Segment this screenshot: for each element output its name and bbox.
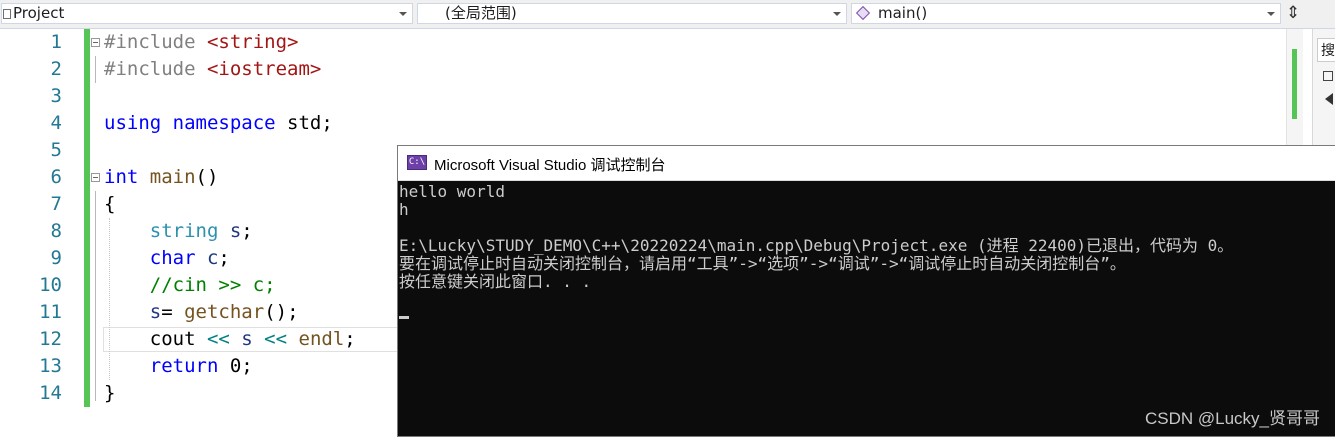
watermark: CSDN @Lucky_贤哥哥 bbox=[1144, 409, 1320, 428]
code-token: <string> bbox=[206, 31, 299, 53]
console-line: hello world bbox=[399, 182, 505, 201]
fold-region-line bbox=[95, 191, 96, 401]
chevron-down-icon bbox=[399, 12, 407, 16]
code-token: s bbox=[149, 301, 162, 323]
line-number: 9 bbox=[50, 247, 62, 269]
code-token: //cin >> c; bbox=[149, 274, 276, 296]
code-token: = bbox=[161, 301, 185, 323]
code-text: } bbox=[104, 380, 115, 407]
console-title: Microsoft Visual Studio 调试控制台 bbox=[434, 157, 666, 174]
code-token: #include bbox=[104, 31, 207, 53]
current-line-highlight bbox=[103, 327, 403, 352]
line-number: 12 bbox=[39, 328, 62, 350]
member-dropdown-label: main() bbox=[878, 4, 928, 22]
line-number: 11 bbox=[39, 301, 62, 323]
code-line[interactable]: 1 #include <string> bbox=[0, 29, 1286, 56]
fold-toggle-icon[interactable] bbox=[91, 38, 100, 47]
code-token: string bbox=[149, 220, 230, 242]
split-window-icon[interactable]: ⇕ bbox=[1283, 3, 1303, 24]
code-text: return 0; bbox=[104, 353, 253, 380]
code-token: ; bbox=[241, 220, 253, 242]
code-token: namespace bbox=[172, 112, 288, 134]
member-dropdown[interactable]: main() bbox=[851, 3, 1281, 24]
solution-search-input[interactable]: 搜 bbox=[1317, 38, 1335, 62]
code-text: int main() bbox=[104, 164, 218, 191]
line-number: 5 bbox=[50, 139, 62, 161]
code-token: #include bbox=[104, 58, 207, 80]
chevron-down-icon bbox=[1267, 12, 1275, 16]
project-icon bbox=[3, 9, 11, 19]
line-number: 2 bbox=[50, 58, 62, 80]
code-line[interactable]: 3 bbox=[0, 83, 1286, 110]
code-token: s bbox=[229, 220, 242, 242]
code-token: { bbox=[104, 193, 116, 215]
console-line: E:\Lucky\STUDY_DEMO\C++\20220224\main.cp… bbox=[399, 236, 1234, 255]
fold-toggle-icon[interactable] bbox=[91, 173, 100, 182]
line-number: 4 bbox=[50, 112, 62, 134]
line-number: 8 bbox=[50, 220, 62, 242]
line-number: 6 bbox=[50, 166, 62, 188]
console-line: 要在调试停止时自动关闭控制台，请启用“工具”->“选项”->“调试”->“调试停… bbox=[399, 254, 1126, 273]
line-number: 10 bbox=[39, 274, 62, 296]
project-dropdown[interactable]: Project bbox=[1, 3, 413, 24]
line-number: 7 bbox=[50, 193, 62, 215]
code-token: char bbox=[149, 247, 207, 269]
code-token: () bbox=[195, 166, 219, 188]
scope-dropdown-label: (全局范围) bbox=[445, 4, 517, 22]
code-line[interactable]: 2 #include <iostream> bbox=[0, 56, 1286, 83]
code-text: s= getchar(); bbox=[104, 299, 299, 326]
console-cursor bbox=[399, 316, 409, 319]
console-line: h bbox=[399, 200, 409, 219]
debug-console-window[interactable]: C:\ Microsoft Visual Studio 调试控制台 hello … bbox=[397, 145, 1335, 437]
console-title-bar[interactable]: C:\ Microsoft Visual Studio 调试控制台 bbox=[398, 146, 1335, 181]
line-number: 13 bbox=[39, 355, 62, 377]
code-text: #include <iostream> bbox=[104, 56, 321, 83]
code-text: { bbox=[104, 191, 115, 218]
code-token: ; bbox=[218, 247, 230, 269]
code-token: (); bbox=[264, 301, 299, 323]
function-icon bbox=[855, 5, 871, 21]
indent-guide bbox=[109, 218, 110, 380]
code-token: } bbox=[104, 382, 116, 404]
code-line[interactable]: 4 using namespace std; bbox=[0, 110, 1286, 137]
navigation-bar: Project (全局范围) main() ⇕ bbox=[0, 0, 1335, 29]
code-text: #include <string> bbox=[104, 29, 298, 56]
code-token: <iostream> bbox=[206, 58, 322, 80]
toolbox-icon[interactable] bbox=[1323, 71, 1333, 81]
console-app-icon: C:\ bbox=[407, 155, 427, 170]
code-text: //cin >> c; bbox=[104, 272, 276, 299]
scope-dropdown[interactable]: (全局范围) bbox=[417, 3, 847, 24]
code-token: 0; bbox=[229, 355, 253, 377]
project-dropdown-label: Project bbox=[13, 4, 65, 22]
code-token: getchar bbox=[184, 301, 265, 323]
line-number: 14 bbox=[39, 382, 62, 404]
scrollbar-change-marker bbox=[1292, 49, 1297, 119]
code-text: char c; bbox=[104, 245, 230, 272]
code-token: std; bbox=[287, 112, 333, 134]
code-token: int bbox=[104, 166, 150, 188]
console-output[interactable]: hello world h E:\Lucky\STUDY_DEMO\C++\2022… bbox=[398, 181, 1335, 437]
code-token: return bbox=[149, 355, 230, 377]
code-text: using namespace std; bbox=[104, 110, 333, 137]
code-token: main bbox=[149, 166, 196, 188]
line-number: 1 bbox=[50, 31, 62, 53]
collapse-arrow-icon[interactable] bbox=[1325, 93, 1333, 105]
line-number: 3 bbox=[50, 85, 62, 107]
code-token: c bbox=[206, 247, 219, 269]
code-text: string s; bbox=[104, 218, 253, 245]
chevron-down-icon bbox=[833, 12, 841, 16]
code-token: using bbox=[104, 112, 173, 134]
fold-region-line bbox=[95, 56, 96, 83]
console-line: 按任意键关闭此窗口. . . bbox=[399, 272, 592, 291]
